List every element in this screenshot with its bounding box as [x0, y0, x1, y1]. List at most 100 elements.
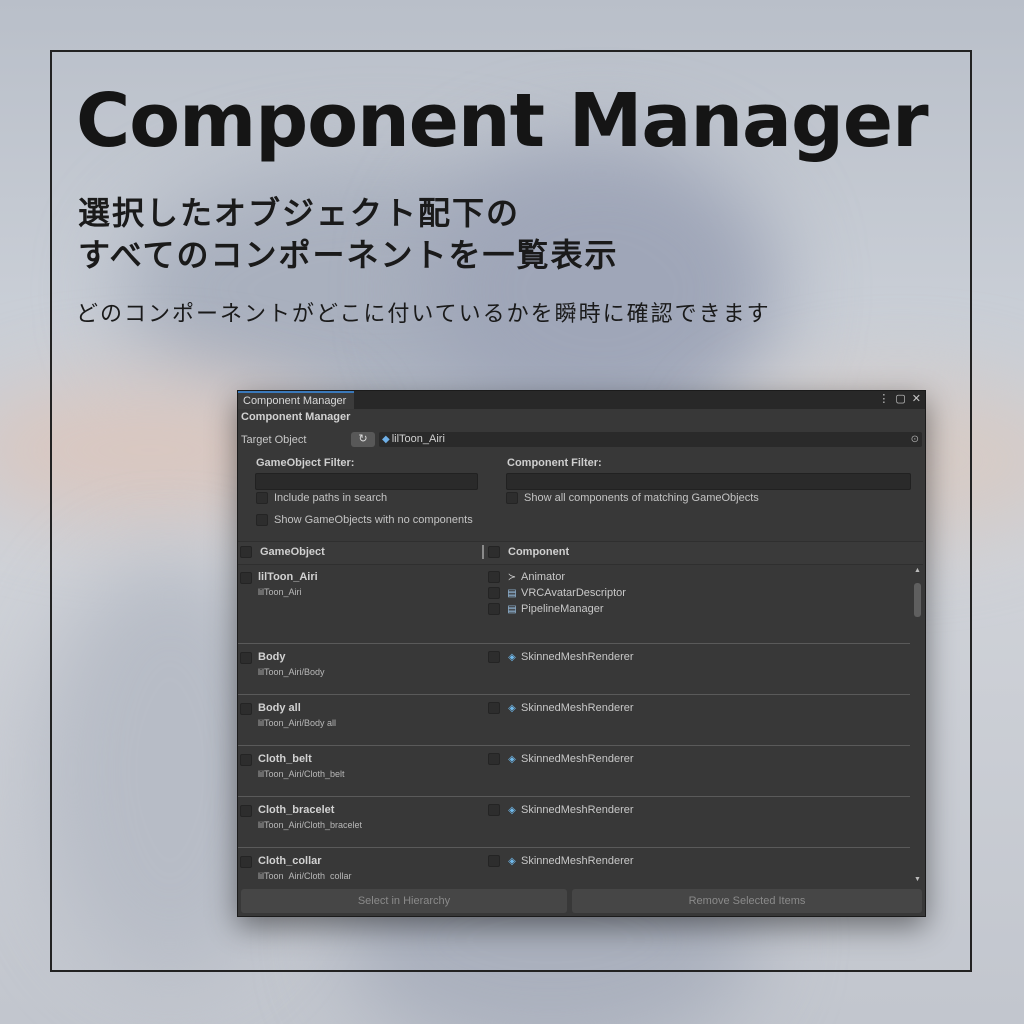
list-header: GameObject Component: [238, 541, 923, 565]
promo-headline: Component Manager: [76, 78, 929, 164]
gameobject-path: lilToon_Airi: [258, 587, 302, 597]
skinned-mesh-icon: ◈: [508, 754, 516, 765]
component-entry[interactable]: ◈ SkinnedMeshRenderer: [488, 855, 634, 868]
table-row[interactable]: Cloth_collar lilToon_Airi/Cloth_collar ◈ Sk…: [238, 848, 910, 879]
component-checkbox[interactable]: [488, 804, 500, 817]
include-paths-label: Include paths in search: [274, 492, 388, 504]
target-object-field[interactable]: ◆ lilToon_Airi ⊙: [379, 432, 922, 447]
remove-selected-button[interactable]: Remove Selected Items: [572, 889, 922, 913]
component-label: VRCAvatarDescriptor: [521, 587, 626, 599]
component-label: SkinnedMeshRenderer: [521, 651, 634, 663]
table-row[interactable]: Body lilToon_Airi/Body ◈ SkinnedMeshRendere…: [238, 644, 910, 695]
gameobject-list: lilToon_Airi lilToon_Airi ≻ Animator ▤ VRCAva…: [238, 564, 910, 879]
select-all-gameobjects-checkbox[interactable]: [240, 546, 252, 559]
gameobject-column-label: GameObject: [260, 546, 325, 558]
table-row[interactable]: lilToon_Airi lilToon_Airi ≻ Animator ▤ VRCAva…: [238, 564, 910, 644]
component-checkbox[interactable]: [488, 753, 500, 766]
table-row[interactable]: Cloth_bracelet lilToon_Airi/Cloth_bracele…: [238, 797, 910, 848]
gameobject-name[interactable]: Cloth_belt: [258, 753, 312, 765]
target-object-value: lilToon_Airi: [391, 433, 445, 445]
vertical-scrollbar[interactable]: ▲ ▼: [913, 567, 922, 883]
script-icon: ▤: [507, 588, 517, 599]
select-in-hierarchy-button[interactable]: Select in Hierarchy: [241, 889, 567, 913]
show-empty-checkbox[interactable]: [256, 514, 268, 527]
gameobject-path: lilToon_Airi/Body all: [258, 718, 337, 728]
promo-subtitle: 選択したオブジェクト配下の すべてのコンポーネントを一覧表示: [78, 192, 618, 276]
skinned-mesh-icon: ◈: [508, 856, 516, 867]
component-entry[interactable]: ◈ SkinnedMeshRenderer: [488, 651, 634, 664]
gameobject-checkbox[interactable]: [240, 703, 252, 715]
gameobject-cube-icon: ◆: [382, 434, 390, 445]
promo-subtitle-line1: 選択したオブジェクト配下の: [78, 194, 521, 232]
show-all-components-label: Show all components of matching GameObje…: [524, 492, 759, 504]
script-icon: ▤: [507, 604, 517, 615]
gameobject-filter-input[interactable]: [255, 473, 478, 490]
component-label: Animator: [521, 571, 566, 583]
gameobject-name[interactable]: lilToon_Airi: [258, 571, 318, 583]
gameobject-checkbox[interactable]: [240, 652, 252, 664]
maximize-icon[interactable]: ▢: [895, 392, 905, 405]
gameobject-name[interactable]: Body all: [258, 702, 301, 714]
component-label: SkinnedMeshRenderer: [521, 702, 634, 714]
component-checkbox[interactable]: [488, 603, 500, 616]
show-all-components-option[interactable]: Show all components of matching GameObje…: [506, 492, 759, 505]
component-checkbox[interactable]: [488, 571, 500, 584]
refresh-button[interactable]: ↻: [351, 432, 375, 447]
skinned-mesh-icon: ◈: [508, 703, 516, 714]
gameobject-checkbox[interactable]: [240, 572, 252, 584]
gameobject-path: lilToon_Airi/Body: [258, 667, 325, 677]
gameobject-filter-label: GameObject Filter:: [256, 457, 355, 469]
component-checkbox[interactable]: [488, 702, 500, 715]
gameobject-checkbox[interactable]: [240, 856, 252, 868]
select-all-components-checkbox[interactable]: [488, 546, 500, 559]
window-controls: ⋮ ▢ ✕: [878, 392, 921, 405]
gameobject-path: lilToon_Airi/Cloth_bracelet: [258, 820, 363, 830]
close-icon[interactable]: ✕: [912, 392, 921, 405]
component-label: SkinnedMeshRenderer: [521, 753, 634, 765]
skinned-mesh-icon: ◈: [508, 652, 516, 663]
component-entry[interactable]: ◈ SkinnedMeshRenderer: [488, 753, 634, 766]
component-checkbox[interactable]: [488, 855, 500, 868]
component-column-header[interactable]: Component: [488, 546, 570, 559]
show-all-components-checkbox[interactable]: [506, 492, 518, 505]
component-entry[interactable]: ◈ SkinnedMeshRenderer: [488, 804, 634, 817]
component-entry[interactable]: ▤ VRCAvatarDescriptor: [488, 587, 626, 600]
scroll-down-icon[interactable]: ▼: [913, 876, 922, 883]
component-checkbox[interactable]: [488, 587, 500, 600]
more-menu-icon[interactable]: ⋮: [878, 392, 889, 405]
promo-subtitle-line2: すべてのコンポーネントを一覧表示: [78, 236, 619, 274]
skinned-mesh-icon: ◈: [508, 805, 516, 816]
component-label: PipelineManager: [521, 603, 604, 615]
gameobject-name[interactable]: Cloth_bracelet: [258, 804, 334, 816]
show-empty-label: Show GameObjects with no components: [274, 514, 473, 526]
component-entry[interactable]: ◈ SkinnedMeshRenderer: [488, 702, 634, 715]
show-empty-option[interactable]: Show GameObjects with no components: [256, 514, 473, 527]
component-filter-input[interactable]: [506, 473, 911, 490]
component-label: SkinnedMeshRenderer: [521, 804, 634, 816]
include-paths-checkbox[interactable]: [256, 492, 268, 505]
table-row[interactable]: Body all lilToon_Airi/Body all ◈ SkinnedMes…: [238, 695, 910, 746]
gameobject-checkbox[interactable]: [240, 805, 252, 817]
gameobject-name[interactable]: Cloth_collar: [258, 855, 322, 867]
component-checkbox[interactable]: [488, 651, 500, 664]
scroll-up-icon[interactable]: ▲: [913, 567, 922, 574]
include-paths-option[interactable]: Include paths in search: [256, 492, 388, 505]
window-tab[interactable]: Component Manager: [238, 391, 355, 409]
gameobject-column-header[interactable]: GameObject: [240, 546, 325, 559]
gameobject-checkbox[interactable]: [240, 754, 252, 766]
component-column-label: Component: [508, 546, 570, 558]
table-row[interactable]: Cloth_belt lilToon_Airi/Cloth_belt ◈ Skinne…: [238, 746, 910, 797]
gameobject-path: lilToon_Airi/Cloth_collar: [258, 871, 352, 879]
object-picker-icon[interactable]: ⊙: [911, 432, 919, 447]
gameobject-path: lilToon_Airi/Cloth_belt: [258, 769, 345, 779]
promo-caption: どのコンポーネントがどこに付いているかを瞬時に確認できます: [76, 302, 771, 327]
column-resize-handle[interactable]: [482, 545, 484, 559]
component-entry[interactable]: ≻ Animator: [488, 571, 566, 584]
gameobject-name[interactable]: Body: [258, 651, 286, 663]
component-manager-window: Component Manager ⋮ ▢ ✕ Component Manage…: [237, 390, 926, 917]
component-entry[interactable]: ▤ PipelineManager: [488, 603, 604, 616]
scrollbar-thumb[interactable]: [914, 583, 921, 617]
refresh-icon: ↻: [358, 433, 368, 445]
animator-icon: ≻: [507, 572, 517, 583]
component-label: SkinnedMeshRenderer: [521, 855, 634, 867]
